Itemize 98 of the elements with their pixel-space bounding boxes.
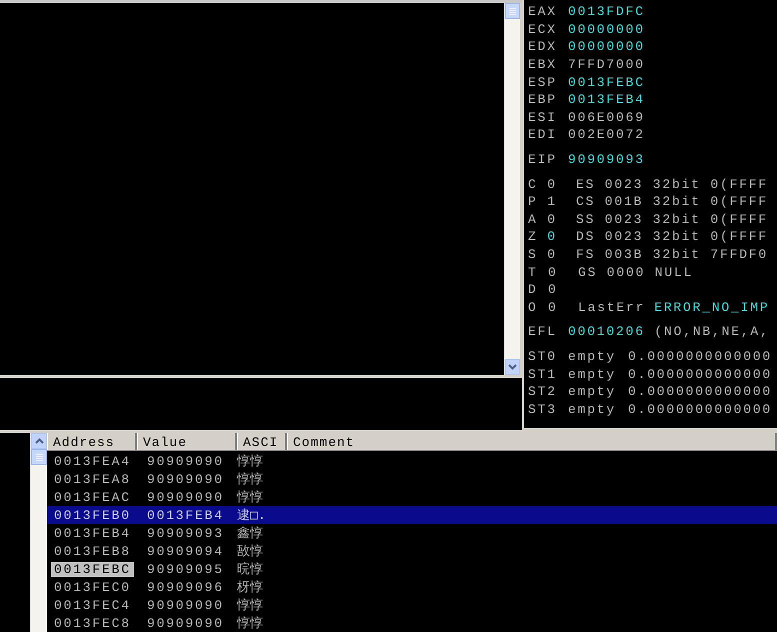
fpu-value: 0.0000000000000 [628,366,772,382]
caret-icon [34,438,44,444]
register-value[interactable]: 0013FEBC [568,74,645,90]
stack-ascii: 惇惇 [237,471,263,488]
register-value[interactable]: 006E0069 [568,110,645,125]
stack-address: 0013FEA4 [53,454,132,468]
segment-text: LastErr [578,300,646,315]
column-header[interactable]: Comment [287,433,777,450]
last-error-value: ERROR_NO_IMP [654,300,770,315]
fpu-register-name: ST3 [528,402,558,417]
segment-text: GS 0000 NULL [578,264,694,280]
stack-ascii: 惇惇 [237,615,263,632]
segment-text: SS 0023 32bit 0(FFFF [576,212,768,227]
flag-value[interactable]: 0 [547,229,576,244]
segment-text: CS 001B 32bit 0(FFFF [576,194,768,210]
stack-address: 0013FEB0 [53,508,132,522]
register-value[interactable]: 002E0072 [568,127,645,142]
fpu-value: 0.0000000000000 [628,348,772,364]
fpu-register-name: ST1 [528,366,558,382]
register-name: ESI [528,110,558,125]
stack-ascii: 惇惇 [237,453,263,470]
register-value[interactable]: 00000000 [568,39,645,54]
register-value[interactable]: 00010206 [568,324,645,340]
scrollbar-thumb[interactable] [505,3,520,19]
stack-value: 90909095 [147,562,225,576]
stack-ascii: 惇惇 [237,489,263,506]
register-value[interactable]: 00000000 [568,22,645,37]
fpu-tag: empty [568,348,628,364]
register-name: ECX [528,22,558,37]
fpu-tag: empty [568,384,628,400]
flag-name: C [528,176,539,192]
fpu-register-name: ST2 [528,384,558,400]
segment-text: DS 0023 32bit 0(FFFF [576,229,768,244]
flag-value[interactable]: 0 [547,212,576,227]
scrollbar-thumb[interactable] [31,449,47,465]
flag-name: S [528,247,539,262]
stack-value: 90909090 [147,472,225,486]
fpu-tag: empty [568,402,628,417]
column-header[interactable]: ASCI [237,433,287,450]
fpu-value: 0.0000000000000 [628,384,772,400]
stack-address: 0013FEA8 [53,472,132,486]
fpu-register-name: ST0 [528,348,558,364]
register-value[interactable]: 7FFD7000 [568,57,645,72]
stack-address: 0013FEC4 [53,598,132,612]
stack-address: 0013FEC8 [53,616,132,630]
column-header[interactable]: Address [47,433,137,450]
stack-address: 0013FEB8 [53,544,132,558]
flag-value[interactable]: 0 [548,282,578,298]
flag-name: T [528,264,539,280]
segment-text: ES 0023 32bit 0(FFFF [576,176,768,192]
stack-value: 90909090 [147,490,225,504]
stack-value: 90909093 [147,526,225,540]
flag-value[interactable]: 0 [548,264,578,280]
stack-address: 0013FEBC [51,562,134,576]
register-name: EBX [528,57,558,72]
stack-ascii: 鑫惇 [237,525,263,542]
caret-icon [508,364,517,370]
register-name: EBP [528,92,558,108]
register-name: EIP [528,152,558,168]
stack-value: 90909090 [147,454,225,468]
stack-value: 90909090 [147,598,225,612]
stack-ascii: 晥惇 [237,561,263,578]
flag-value[interactable]: 0 [547,176,576,192]
scroll-up-button[interactable] [31,433,47,449]
flag-value[interactable]: 1 [547,194,576,210]
stack-value: 90909096 [147,580,225,594]
stack-address: 0013FEB4 [53,526,132,540]
fpu-value: 0.0000000000000 [628,402,772,417]
register-name: EDX [528,39,558,54]
flag-name: Z [528,229,539,244]
stack-ascii: 逮□. [237,507,266,524]
register-value[interactable]: 90909093 [568,152,645,168]
stack-value: 90909090 [147,616,225,630]
flag-name: P [528,194,539,210]
stack-value: 90909094 [147,544,225,558]
flag-name: D [528,282,539,298]
register-name: ESP [528,74,558,90]
register-value[interactable]: 0013FDFC [568,4,645,20]
flags-text: (NO,NB,NE,A, [653,324,770,340]
stack-address: 0013FEC0 [53,580,132,594]
segment-text: FS 003B 32bit 7FFDF0 [576,247,768,262]
flag-name: O [528,300,539,315]
fpu-tag: empty [568,366,628,382]
scroll-down-button[interactable] [505,359,520,375]
stack-value: 0013FEB4 [147,508,225,522]
vertical-scrollbar[interactable] [505,3,520,375]
flag-name: A [528,212,539,227]
register-name: EDI [528,127,558,142]
register-name: EAX [528,4,558,20]
column-header[interactable]: Value [137,433,237,450]
stack-ascii: 枒惇 [237,579,263,596]
stack-ascii: 敔惇 [237,543,263,560]
register-name: EFL [528,324,558,340]
stack-ascii: 惇惇 [237,597,263,614]
flag-value[interactable]: 0 [548,300,578,315]
stack-address: 0013FEAC [53,490,132,504]
register-value[interactable]: 0013FEB4 [568,92,645,108]
flag-value[interactable]: 0 [547,247,576,262]
